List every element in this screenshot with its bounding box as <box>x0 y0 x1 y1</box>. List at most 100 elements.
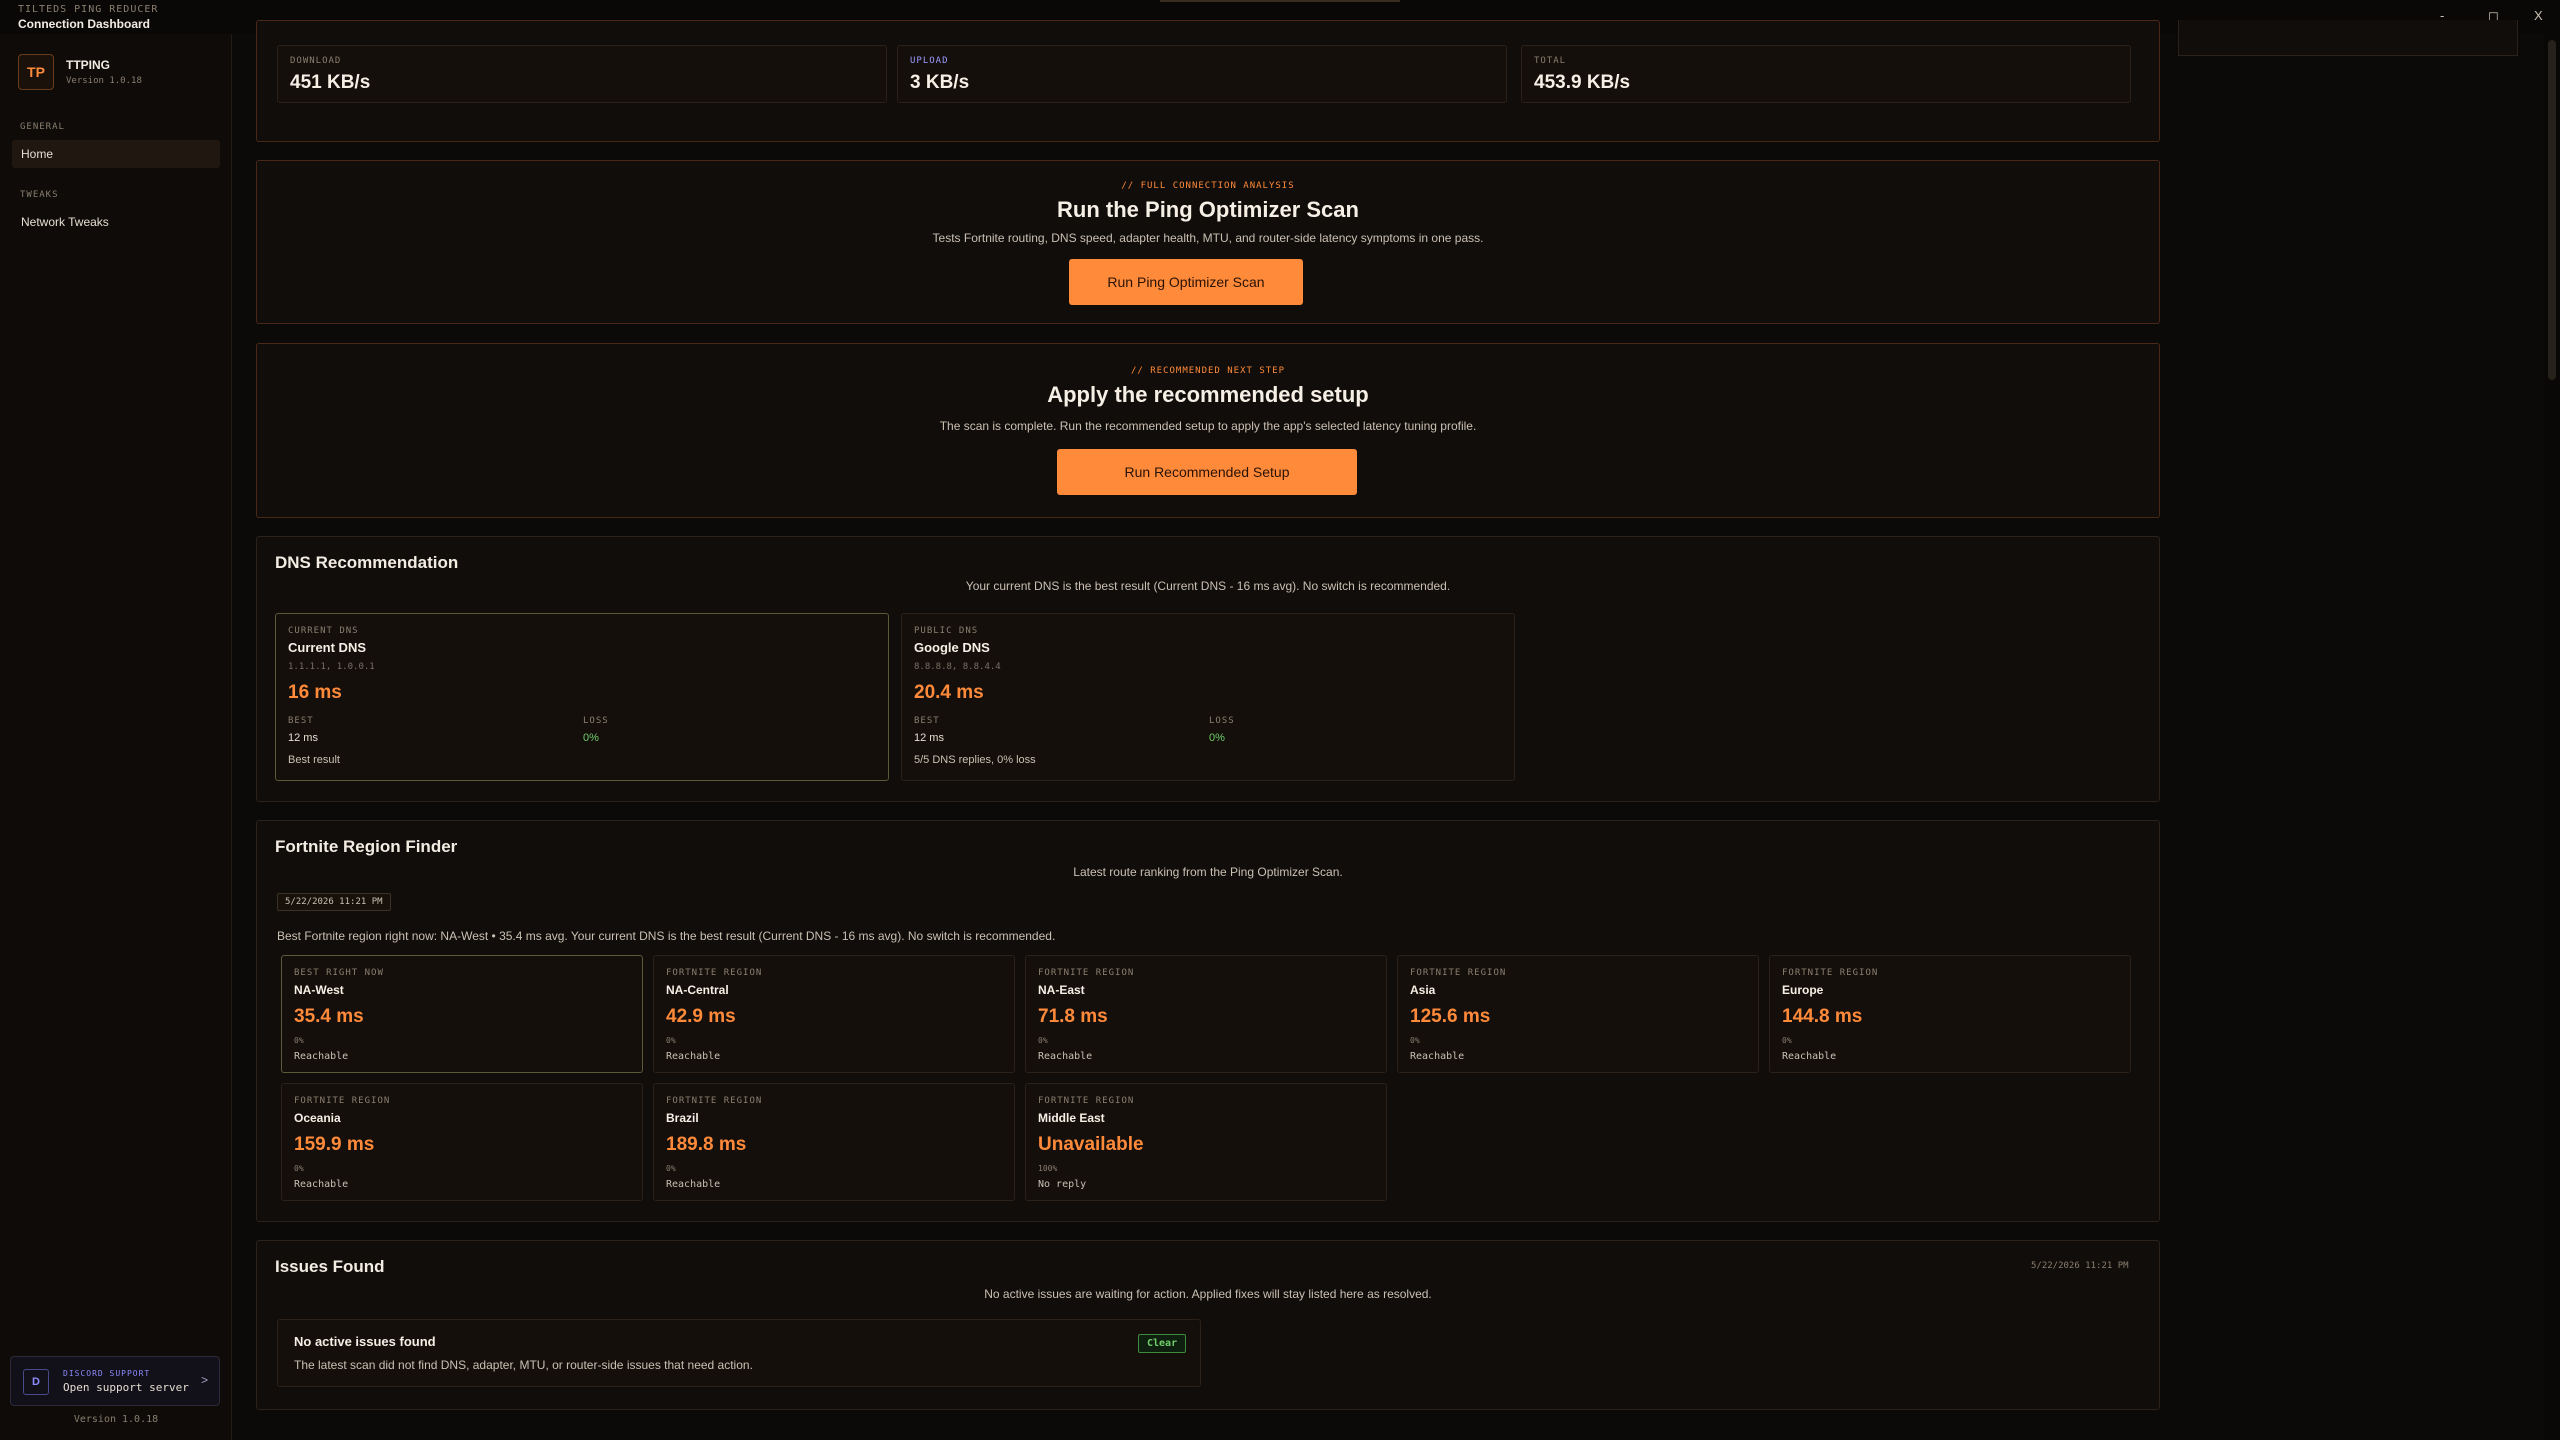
region-label: FORTNITE REGION <box>1782 968 1879 978</box>
region-status: Reachable <box>294 1051 349 1062</box>
sidebar-item-home[interactable]: Home <box>12 140 220 168</box>
recommend-title: Apply the recommended setup <box>1047 382 1369 407</box>
dns-best-value: 12 ms <box>288 732 318 744</box>
chevron-right-icon: > <box>201 1373 209 1387</box>
clear-status-badge: Clear <box>1138 1334 1187 1353</box>
dns-summary: Your current DNS is the best result (Cur… <box>965 579 1451 593</box>
dns-loss-value: 0% <box>1209 732 1225 744</box>
issue-item-title: No active issues found <box>294 1334 436 1349</box>
dns-loss-label: LOSS <box>1209 716 1235 726</box>
region-card-na-west[interactable]: BEST RIGHT NOW NA-West 35.4 ms 0% Reacha… <box>281 955 643 1073</box>
region-name: Asia <box>1410 983 1436 997</box>
dns-best-value: 12 ms <box>914 732 944 744</box>
region-name: NA-Central <box>666 983 729 997</box>
app-logo-icon: TP <box>18 54 54 90</box>
dns-ip: 1.1.1.1, 1.0.0.1 <box>288 662 375 672</box>
discord-small-label: DISCORD SUPPORT <box>63 1369 151 1378</box>
scan-tag: // FULL CONNECTION ANALYSIS <box>1121 181 1295 191</box>
issues-card: Issues Found 5/22/2026 11:21 PM No activ… <box>256 1240 2160 1410</box>
region-card-na-east[interactable]: FORTNITE REGION NA-East 71.8 ms 0% Reach… <box>1025 955 1387 1073</box>
region-latency: 189.8 ms <box>666 1134 747 1155</box>
sidebar-item-network-tweaks[interactable]: Network Tweaks <box>12 208 220 236</box>
region-loss: 100% <box>1038 1164 1058 1173</box>
region-status: Reachable <box>294 1179 349 1190</box>
dns-card: DNS Recommendation Your current DNS is t… <box>256 536 2160 802</box>
brand-version: Version 1.0.18 <box>66 76 142 86</box>
dns-note: 5/5 DNS replies, 0% loss <box>914 754 1036 766</box>
region-card-na-central[interactable]: FORTNITE REGION NA-Central 42.9 ms 0% Re… <box>653 955 1015 1073</box>
region-latency: 71.8 ms <box>1038 1006 1108 1027</box>
sidebar-version-footer: Version 1.0.18 <box>73 1414 159 1425</box>
dns-best-label: BEST <box>914 716 940 726</box>
region-card-oceania[interactable]: FORTNITE REGION Oceania 159.9 ms 0% Reac… <box>281 1083 643 1201</box>
region-best-line: Best Fortnite region right now: NA-West … <box>277 929 1056 943</box>
issues-summary: No active issues are waiting for action.… <box>984 1287 1432 1301</box>
recommend-description: The scan is complete. Run the recommende… <box>939 419 1477 433</box>
right-side-panel <box>2178 20 2518 56</box>
region-status: No reply <box>1038 1179 1087 1190</box>
total-stat: TOTAL 453.9 KB/s <box>1521 45 2131 103</box>
region-status: Reachable <box>666 1051 721 1062</box>
region-name: Middle East <box>1038 1111 1105 1125</box>
run-recommended-setup-button[interactable]: Run Recommended Setup <box>1057 449 1357 495</box>
region-label: FORTNITE REGION <box>1410 968 1507 978</box>
scan-title: Run the Ping Optimizer Scan <box>1057 197 1359 222</box>
dns-note: Best result <box>288 754 340 766</box>
region-loss: 0% <box>666 1164 676 1173</box>
dns-latency: 20.4 ms <box>914 682 984 703</box>
region-card-asia[interactable]: FORTNITE REGION Asia 125.6 ms 0% Reachab… <box>1397 955 1759 1073</box>
download-value: 451 KB/s <box>290 72 371 93</box>
upload-value: 3 KB/s <box>910 72 970 93</box>
bandwidth-card: DOWNLOAD 451 KB/s UPLOAD 3 KB/s TOTAL 45… <box>256 20 2160 142</box>
region-label: FORTNITE REGION <box>666 968 763 978</box>
region-loss: 0% <box>1782 1036 1792 1045</box>
titlebar-accent <box>1160 0 1400 2</box>
region-loss: 0% <box>1410 1036 1420 1045</box>
region-loss: 0% <box>294 1164 304 1173</box>
region-loss: 0% <box>666 1036 676 1045</box>
region-label: FORTNITE REGION <box>1038 968 1135 978</box>
region-latency: Unavailable <box>1038 1134 1144 1155</box>
dns-option-current[interactable]: CURRENT DNS Current DNS 1.1.1.1, 1.0.0.1… <box>275 613 889 781</box>
dns-best-label: BEST <box>288 716 314 726</box>
sidebar-section-tweaks: TWEAKS <box>20 190 59 200</box>
window-title: Connection Dashboard <box>18 17 151 31</box>
region-title: Fortnite Region Finder <box>275 837 458 856</box>
discord-support-button[interactable]: D DISCORD SUPPORT Open support server > <box>10 1356 220 1406</box>
region-label: BEST RIGHT NOW <box>294 968 384 978</box>
region-status: Reachable <box>1410 1051 1465 1062</box>
region-label: FORTNITE REGION <box>666 1096 763 1106</box>
discord-icon: D <box>23 1369 49 1395</box>
brand-name: TTPING <box>66 58 110 72</box>
total-label: TOTAL <box>1534 56 1567 66</box>
sidebar: TP TTPING Version 1.0.18 GENERAL Home TW… <box>0 34 232 1440</box>
region-status: Reachable <box>1038 1051 1093 1062</box>
region-latency: 125.6 ms <box>1410 1006 1491 1027</box>
recommend-card: // RECOMMENDED NEXT STEP Apply the recom… <box>256 343 2160 518</box>
region-name: NA-East <box>1038 983 1085 997</box>
dns-name: Google DNS <box>914 640 990 655</box>
dns-ip: 8.8.8.8, 8.8.4.4 <box>914 662 1001 672</box>
region-subtitle: Latest route ranking from the Ping Optim… <box>1073 865 1343 879</box>
region-name: NA-West <box>294 983 344 997</box>
region-status: Reachable <box>1782 1051 1837 1062</box>
region-name: Brazil <box>666 1111 699 1125</box>
scrollbar-thumb[interactable] <box>2548 40 2556 380</box>
download-label: DOWNLOAD <box>290 56 342 66</box>
run-scan-button[interactable]: Run Ping Optimizer Scan <box>1069 259 1303 305</box>
app-small-title: TILTEDS PING REDUCER <box>18 4 159 15</box>
scan-card: // FULL CONNECTION ANALYSIS Run the Ping… <box>256 160 2160 324</box>
dns-loss-value: 0% <box>583 732 599 744</box>
scan-description: Tests Fortnite routing, DNS speed, adapt… <box>932 231 1484 245</box>
region-loss: 0% <box>294 1036 304 1045</box>
region-name: Europe <box>1782 983 1824 997</box>
discord-label: Open support server <box>63 1381 189 1394</box>
region-card-brazil[interactable]: FORTNITE REGION Brazil 189.8 ms 0% Reach… <box>653 1083 1015 1201</box>
region-card-europe[interactable]: FORTNITE REGION Europe 144.8 ms 0% Reach… <box>1769 955 2131 1073</box>
region-card-middle-east[interactable]: FORTNITE REGION Middle East Unavailable … <box>1025 1083 1387 1201</box>
issues-title: Issues Found <box>275 1257 385 1276</box>
issues-date: 5/22/2026 11:21 PM <box>2031 1261 2129 1271</box>
issue-item: No active issues found The latest scan d… <box>277 1319 1201 1387</box>
dns-option-google[interactable]: PUBLIC DNS Google DNS 8.8.8.8, 8.8.4.4 2… <box>901 613 1515 781</box>
close-button[interactable]: X <box>2534 8 2543 23</box>
